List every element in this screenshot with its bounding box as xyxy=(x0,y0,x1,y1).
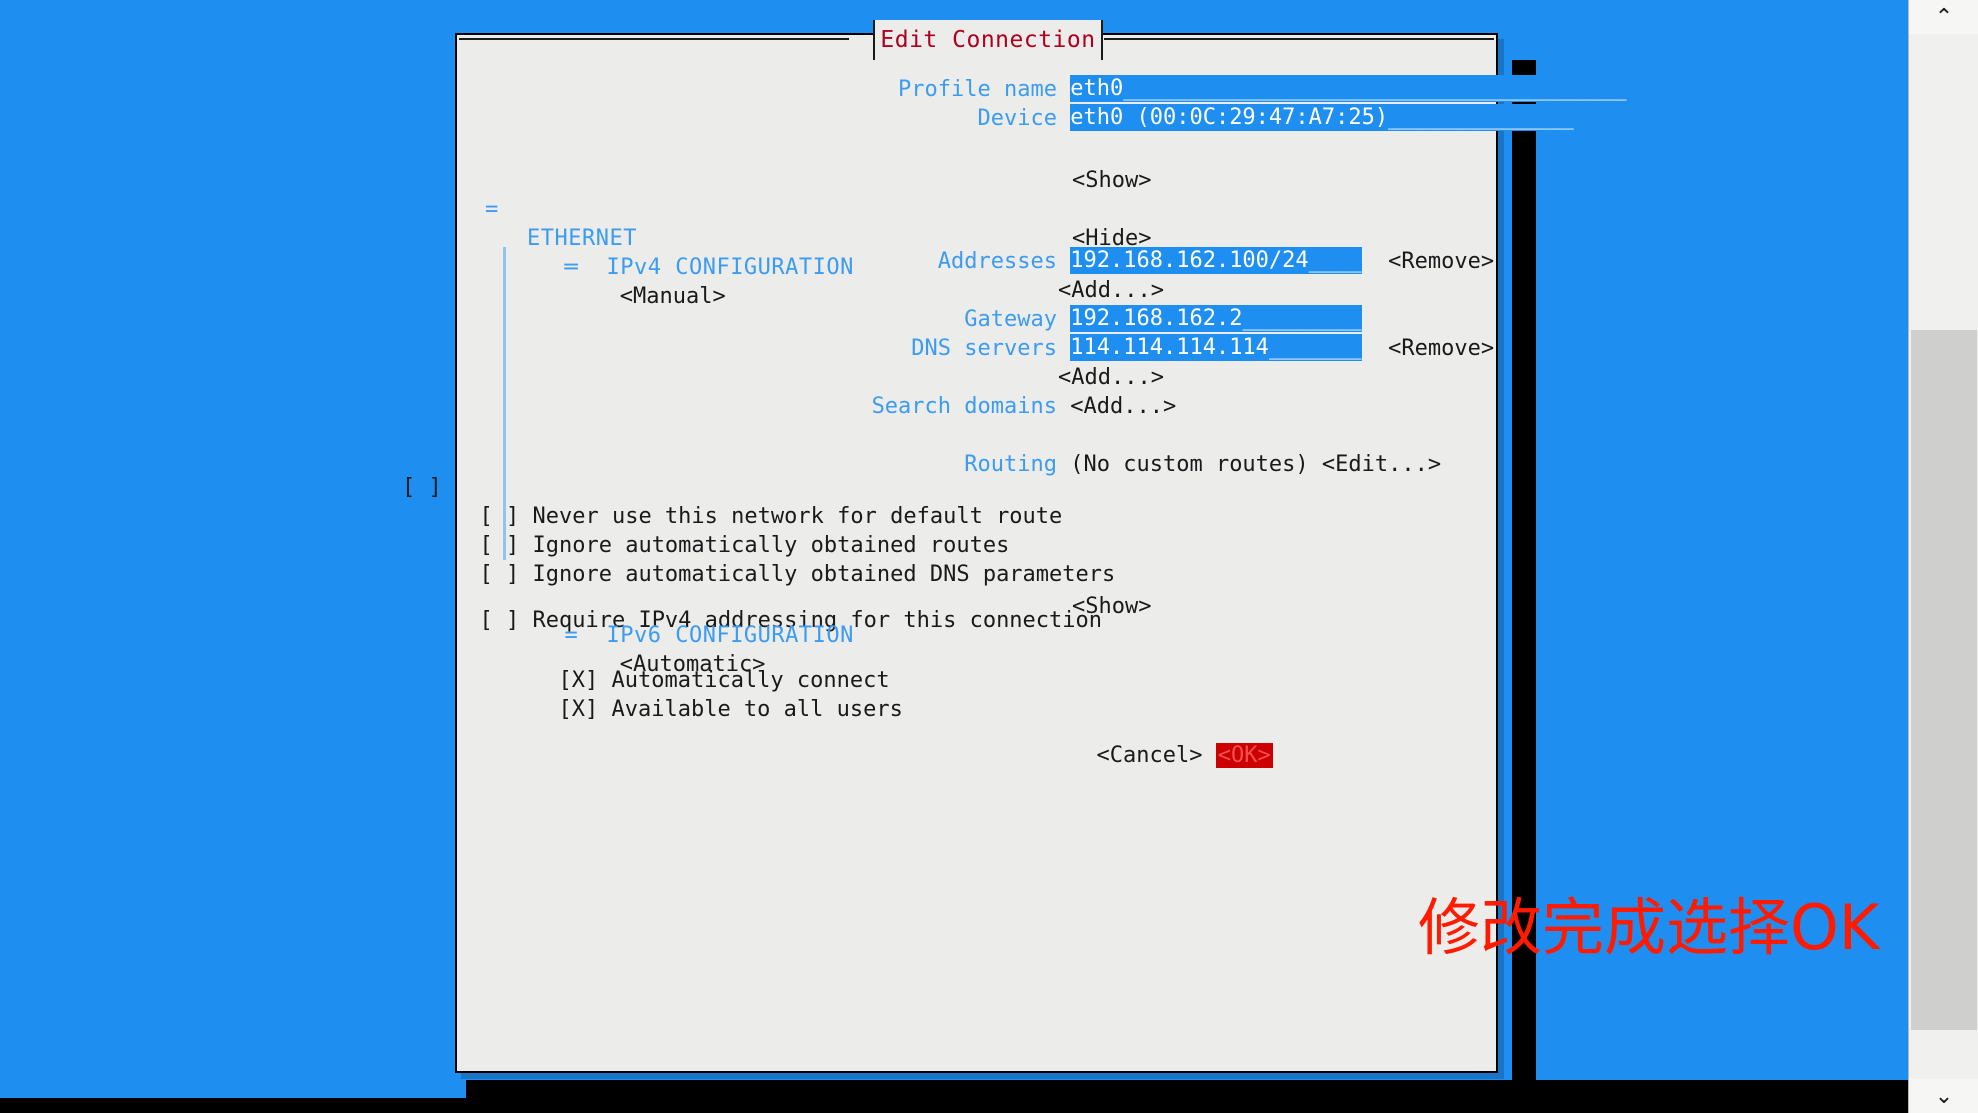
device-input[interactable]: eth0 (00:0C:29:47:A7:25)______________ xyxy=(1070,104,1574,131)
device-row: Device eth0 (00:0C:29:47:A7:25)_________… xyxy=(469,104,1574,133)
dns-add-button[interactable]: <Add...> xyxy=(1058,365,1164,390)
gateway-input[interactable]: 192.168.162.2_________ xyxy=(1070,305,1362,332)
scrollbar-thumb[interactable] xyxy=(1911,330,1977,1030)
routing-value: (No custom routes) xyxy=(1070,452,1309,477)
scrollbar[interactable]: ⌃ ⌄ xyxy=(1908,0,1978,1113)
addresses-add-row: <Add...> xyxy=(469,276,1164,305)
device-label: Device xyxy=(977,106,1057,131)
gateway-row: Gateway 192.168.162.2_________ xyxy=(469,305,1362,334)
dns-server-input[interactable]: 114.114.114.114_______ xyxy=(1070,334,1362,361)
ethernet-show-toggle[interactable]: <Show> xyxy=(1072,166,1151,195)
profile-name-label: Profile name xyxy=(898,77,1057,102)
background-black-strip-lower xyxy=(0,1098,1908,1113)
checkbox-available-all-users-label: Available to all users xyxy=(611,697,903,722)
search-domains-label: Search domains xyxy=(871,394,1057,419)
annotation-text: 修改完成选择OK xyxy=(1418,891,1880,964)
ethernet-marker: = xyxy=(485,197,499,222)
addresses-label: Addresses xyxy=(937,249,1057,274)
profile-name-input[interactable]: eth0____________________________________… xyxy=(1070,75,1627,102)
screen: Profile name eth0_______________________… xyxy=(0,0,1978,1113)
search-domains-add-button[interactable]: <Add...> xyxy=(1070,394,1176,419)
address-add-button[interactable]: <Add...> xyxy=(1058,278,1164,303)
search-domains-row: Search domains <Add...> xyxy=(469,392,1177,421)
gateway-label: Gateway xyxy=(964,307,1057,332)
ipv6-show-toggle[interactable]: <Show> xyxy=(1072,592,1151,621)
dns-servers-row: DNS servers 114.114.114.114_______ <Remo… xyxy=(469,334,1494,363)
scroll-up-arrow-icon[interactable]: ⌃ xyxy=(1909,0,1978,34)
scroll-down-arrow-icon[interactable]: ⌄ xyxy=(1909,1079,1978,1113)
cancel-button[interactable]: <Cancel> xyxy=(1096,743,1202,768)
address-input[interactable]: 192.168.162.100/24____ xyxy=(1070,247,1362,274)
dns-add-row: <Add...> xyxy=(469,363,1164,392)
ok-button[interactable]: <OK> xyxy=(1215,743,1273,768)
routing-edit-button[interactable]: <Edit...> xyxy=(1322,452,1441,477)
edit-connection-dialog: Profile name eth0_______________________… xyxy=(402,33,1627,1073)
profile-name-row: Profile name eth0_______________________… xyxy=(469,75,1627,104)
checkbox-available-all-users-box[interactable]: [X] xyxy=(558,697,598,722)
dialog-buttons: <Cancel> <OK> xyxy=(1017,712,1273,799)
dns-servers-label: DNS servers xyxy=(911,336,1057,361)
address-remove-button[interactable]: <Remove> xyxy=(1388,249,1494,274)
scrollbar-track-top[interactable] xyxy=(1909,34,1978,330)
global-option-available-all-users[interactable]: [X] Available to all users xyxy=(479,666,903,753)
dns-remove-button[interactable]: <Remove> xyxy=(1388,336,1494,361)
addresses-field-row: Addresses 192.168.162.100/24____ <Remove… xyxy=(469,247,1494,276)
